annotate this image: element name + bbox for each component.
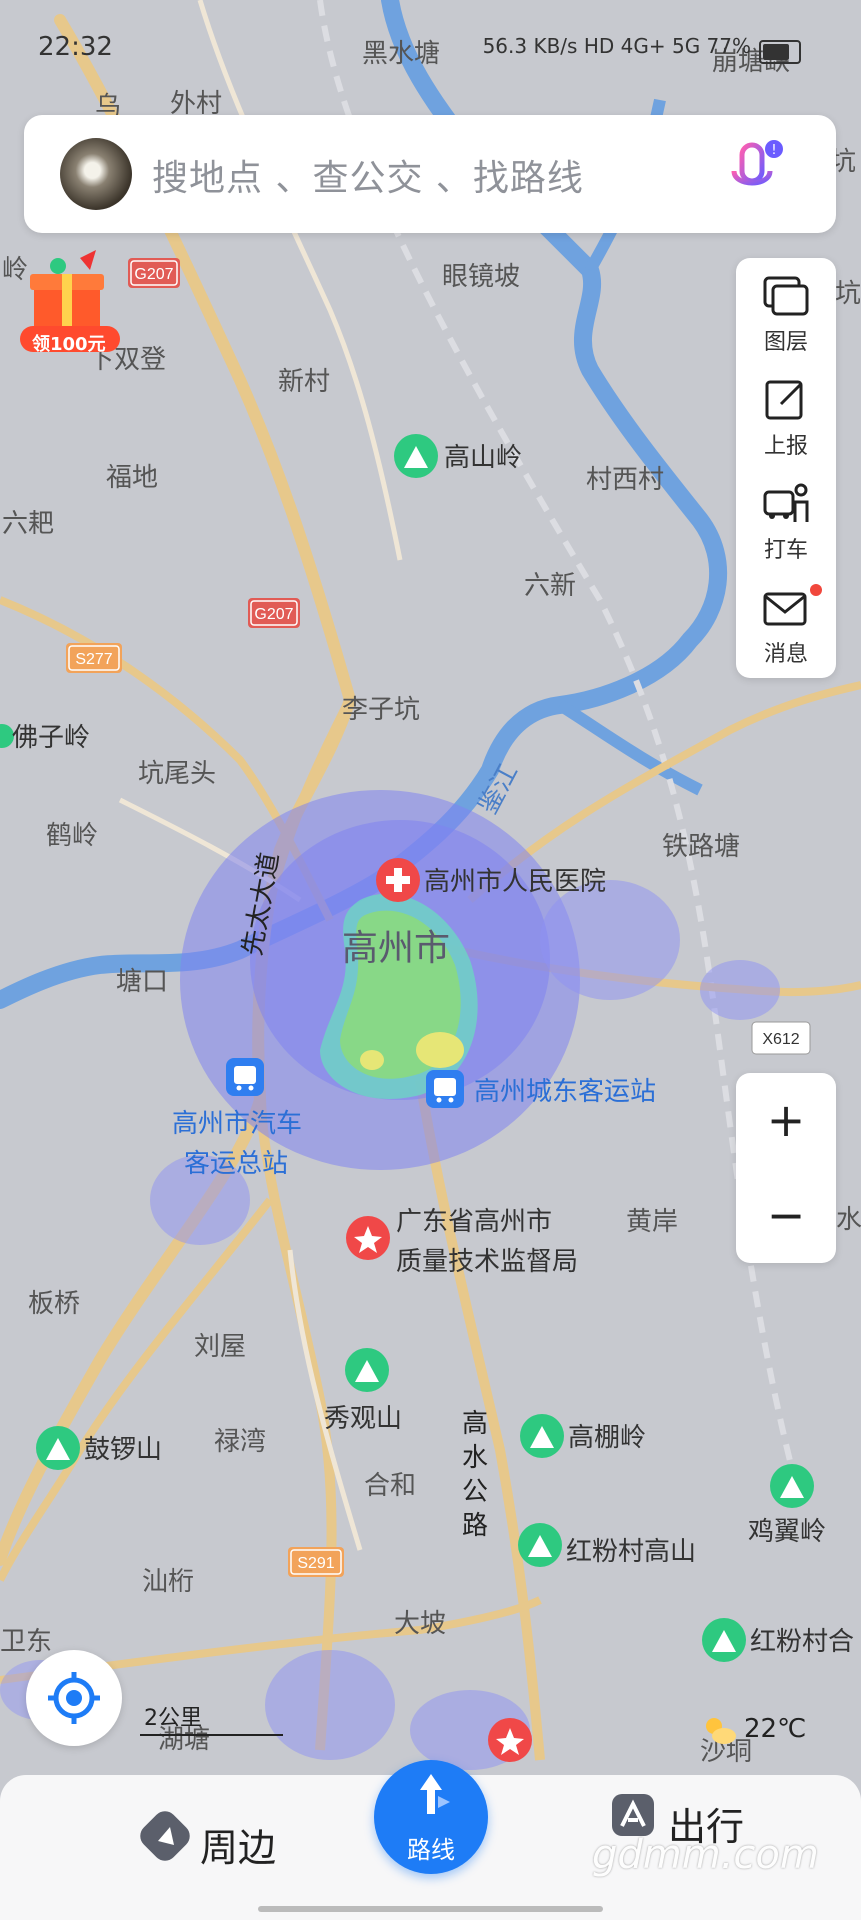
home-indicator[interactable] [258, 1906, 603, 1912]
svg-text:红粉村合: 红粉村合 [750, 1627, 854, 1657]
place-label: 黄岸 [626, 1207, 678, 1237]
place-label: 板桥 [28, 1289, 80, 1319]
svg-text:高州城东客运站: 高州城东客运站 [474, 1077, 656, 1107]
route-button[interactable]: 路线 [374, 1760, 488, 1874]
route-shield: G207 [248, 598, 300, 628]
place-label: 坑 [835, 279, 861, 309]
avatar[interactable] [60, 138, 132, 210]
place-label: 塘口 [116, 967, 168, 997]
place-label: 村西村 [586, 465, 664, 495]
zoom-in-button[interactable]: + [736, 1073, 836, 1168]
zoom-control: + − [736, 1073, 836, 1263]
gift-promo[interactable]: 领100元 [18, 250, 122, 355]
status-time: 22:32 [38, 32, 113, 62]
unread-dot [810, 584, 822, 596]
crosshair-icon [48, 1672, 100, 1724]
place-label: 眼镜坡 [442, 262, 520, 292]
search-bar[interactable]: 搜地点 、查公交 、找路线 ! [24, 115, 836, 233]
layers-icon [763, 276, 809, 316]
tool-layers-label: 图层 [763, 330, 808, 355]
route-shield: G207 [128, 258, 180, 288]
place-label: 水 [836, 1205, 861, 1235]
tool-taxi[interactable]: 打车 [736, 466, 836, 570]
svg-text:鸡翼岭: 鸡翼岭 [748, 1517, 826, 1547]
taxi-icon [763, 483, 809, 522]
place-label: 鹤岭 [46, 821, 98, 851]
mail-icon [763, 592, 807, 626]
svg-text:秀观山: 秀观山 [324, 1404, 402, 1434]
svg-text:红粉村高山: 红粉村高山 [566, 1537, 696, 1567]
city-label: 高州市 [342, 928, 450, 969]
nearby-label: 周边 [200, 1826, 277, 1870]
route-arrow-icon [420, 1774, 450, 1814]
place-label: 六新 [524, 571, 576, 601]
tool-messages[interactable]: 消息 [736, 570, 836, 674]
svg-text:客运总站: 客运总站 [184, 1149, 288, 1179]
net-speed: 56.3 KB/s [482, 34, 578, 58]
route-shield: S277 [66, 643, 122, 673]
scale-label: 2公里 [144, 1706, 202, 1731]
edit-icon [765, 380, 803, 420]
svg-text:公: 公 [462, 1477, 488, 1507]
place-label: 六耙 [2, 509, 54, 539]
place-label: 禄湾 [214, 1427, 266, 1457]
svg-text:鼓锣山: 鼓锣山 [84, 1435, 162, 1465]
route-label: 路线 [407, 1836, 455, 1864]
svg-text:G207: G207 [254, 606, 293, 623]
weather-temp: 22℃ [744, 1714, 807, 1744]
route-shield: S291 [288, 1547, 344, 1577]
watermark: gdmm.com [592, 1832, 819, 1878]
svg-text:佛子岭: 佛子岭 [12, 723, 90, 753]
nearby-button[interactable]: 周边 [140, 1811, 276, 1871]
place-label: 坑尾头 [138, 759, 216, 789]
svg-text:高棚岭: 高棚岭 [568, 1423, 646, 1453]
status-bar: 22:32 56.3 KB/s HD 4G+ 5G 77% [0, 30, 861, 70]
tool-report[interactable]: 上报 [736, 362, 836, 466]
svg-text:高: 高 [462, 1409, 488, 1439]
compass-icon [140, 1811, 190, 1861]
route-shield: X612 [751, 1021, 811, 1055]
tool-layers[interactable]: 图层 [736, 258, 836, 362]
gift-label: 领100元 [32, 334, 106, 355]
svg-text:!: ! [771, 143, 776, 158]
svg-text:路: 路 [462, 1511, 488, 1541]
locate-button[interactable] [26, 1650, 122, 1746]
svg-text:水: 水 [462, 1443, 488, 1473]
place-label: 合和 [364, 1471, 416, 1501]
place-label: 汕桁 [142, 1567, 194, 1597]
tool-report-label: 上报 [763, 434, 808, 459]
weather-widget[interactable]: 22℃ [700, 1710, 820, 1750]
scale-bar [140, 1734, 283, 1736]
place-label: 福地 [106, 463, 158, 493]
place-label: 新村 [278, 367, 330, 397]
svg-text:X612: X612 [762, 1031, 799, 1048]
svg-text:高山岭: 高山岭 [444, 443, 522, 473]
government-pin[interactable] [488, 1718, 532, 1762]
tool-messages-label: 消息 [763, 642, 808, 667]
zoom-out-button[interactable]: − [736, 1168, 836, 1263]
place-label: 刘屋 [194, 1332, 246, 1362]
svg-text:高州市人民医院: 高州市人民医院 [424, 867, 606, 897]
battery-icon [759, 40, 801, 64]
svg-text:S291: S291 [297, 1555, 334, 1572]
svg-text:G207: G207 [134, 266, 173, 283]
tool-taxi-label: 打车 [763, 538, 808, 563]
svg-text:高州市汽车: 高州市汽车 [172, 1109, 302, 1139]
place-label: 铁路塘 [662, 832, 740, 862]
place-label: 大坡 [394, 1609, 446, 1639]
map-canvas[interactable]: G207 G207 S277 S291 X612 乌 外村 黑水塘 崩塘缺 眼镜… [0, 0, 861, 1920]
svg-text:广东省高州市: 广东省高州市 [396, 1207, 552, 1237]
search-placeholder[interactable]: 搜地点 、查公交 、找路线 [152, 149, 584, 201]
network-indicators: HD 4G+ 5G [583, 34, 701, 58]
mountain-pin[interactable]: 佛子岭 [0, 723, 90, 753]
place-label: 李子坑 [342, 695, 420, 725]
weather-sun-cloud-icon [706, 1718, 736, 1744]
battery-percent: 77% [706, 34, 751, 58]
map-scale: 2公里 [140, 1700, 285, 1740]
status-indicators: 56.3 KB/s HD 4G+ 5G 77% [483, 34, 751, 58]
svg-text:质量技术监督局: 质量技术监督局 [396, 1247, 578, 1277]
svg-text:S277: S277 [75, 651, 112, 668]
microphone-icon[interactable]: ! [726, 139, 786, 211]
map-tools-panel: 图层 上报 打车 消息 [736, 258, 836, 678]
